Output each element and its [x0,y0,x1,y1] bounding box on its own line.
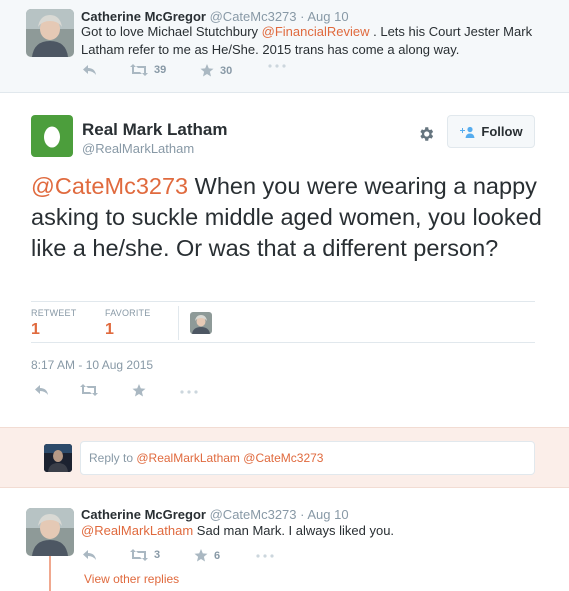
reply-icon [83,550,96,560]
reply-placeholder-prefix: Reply to [89,451,137,465]
reply-button[interactable] [82,549,97,561]
mention-link[interactable]: @RealMarkLatham [81,523,193,538]
gear-icon [420,127,434,141]
more-button[interactable] [256,554,274,558]
tweet-header: Catherine McGregor @CateMc3273 · Aug 10 [81,9,349,24]
more-icon [180,390,198,394]
favorite-count: 6 [214,549,221,562]
mention-link: @CateMc3273 [239,451,324,465]
tweet-text-part: . Lets his Court Jester Mark [369,24,533,39]
tweet-actions: 39 30 [82,64,302,80]
author-handle[interactable]: @CateMc3273 [210,507,297,522]
favoriter-avatar[interactable] [190,312,212,334]
retweet-icon [130,64,148,76]
thread-line [49,556,51,591]
star-icon [132,384,146,397]
star-icon [194,549,208,562]
retweet-button[interactable]: 3 [130,549,160,561]
reply-input[interactable]: Reply to @RealMarkLatham @CateMc3273 [80,441,535,475]
tweet-timestamp[interactable]: 8:17 AM - 10 Aug 2015 [31,358,153,372]
author-handle[interactable]: @RealMarkLatham [82,141,194,156]
author-name[interactable]: Catherine McGregor [81,507,206,522]
author-name[interactable]: Catherine McGregor [81,9,206,24]
retweet-count: 3 [154,549,161,561]
retweet-button[interactable] [80,384,98,396]
tweet-actions [34,384,214,400]
divider [178,306,179,340]
author-handle[interactable]: @CateMc3273 [210,9,297,24]
reply-icon [35,385,48,395]
avatar[interactable] [26,508,74,556]
favorite-stat-count[interactable]: 1 [105,321,114,339]
follow-label: Follow [481,124,523,139]
retweet-stat-label: RETWEET [31,308,77,318]
tweet-text-part: Sad man Mark. I always liked you. [193,523,395,538]
favorite-button[interactable]: 30 [200,64,232,77]
more-icon [256,554,274,558]
reply-button[interactable] [34,384,49,396]
tweet-date[interactable]: · Aug 10 [300,507,348,522]
main-tweet: Real Mark Latham @RealMarkLatham Follow … [0,93,569,427]
tweet-text: Got to love Michael Stutchbury @Financia… [81,23,551,59]
reply-bar: Reply to @RealMarkLatham @CateMc3273 [0,427,569,488]
favorite-button[interactable] [132,384,146,397]
tweet-actions: 3 6 [82,549,302,565]
retweet-icon [130,549,148,561]
mention-link[interactable]: @FinancialReview [262,24,370,39]
tweet-stats: RETWEET 1 FAVORITE 1 [31,301,535,343]
star-icon [200,64,214,77]
tweet-text-part: Got to love Michael Stutchbury [81,24,262,39]
follow-person-icon [460,126,475,138]
retweet-icon [80,384,98,396]
tweet-date[interactable]: · Aug 10 [300,9,348,24]
retweet-stat-count[interactable]: 1 [31,321,40,339]
more-icon [268,64,286,68]
favorite-button[interactable]: 6 [194,549,220,562]
top-tweet: Catherine McGregor @CateMc3273 · Aug 10 … [0,0,569,93]
more-button[interactable] [268,64,286,68]
avatar [44,444,72,472]
reply-icon [83,65,96,75]
tweet-text-part: Latham refer to me as He/She. 2015 trans… [81,42,460,57]
favorite-count: 30 [220,64,233,77]
user-actions-button[interactable] [417,125,435,143]
more-button[interactable] [180,390,198,394]
author-name[interactable]: Real Mark Latham [82,120,228,140]
retweet-button[interactable]: 39 [130,64,166,76]
reply-tweet: Catherine McGregor @CateMc3273 · Aug 10 … [0,488,569,591]
tweet-header: Catherine McGregor @CateMc3273 · Aug 10 [81,507,349,522]
tweet-text: @RealMarkLatham Sad man Mark. I always l… [81,522,551,540]
reply-button[interactable] [82,64,97,76]
avatar[interactable] [26,9,74,57]
retweet-count: 39 [154,64,167,76]
favorite-stat-label: FAVORITE [105,308,151,318]
follow-button[interactable]: Follow [447,115,535,148]
mention-link[interactable]: @CateMc3273 [31,173,188,199]
avatar[interactable] [31,115,73,157]
egg-icon [44,126,60,148]
mention-link: @RealMarkLatham [136,451,240,465]
view-other-replies-link[interactable]: View other replies [84,572,179,586]
tweet-text: @CateMc3273 When you were wearing a napp… [31,171,551,264]
